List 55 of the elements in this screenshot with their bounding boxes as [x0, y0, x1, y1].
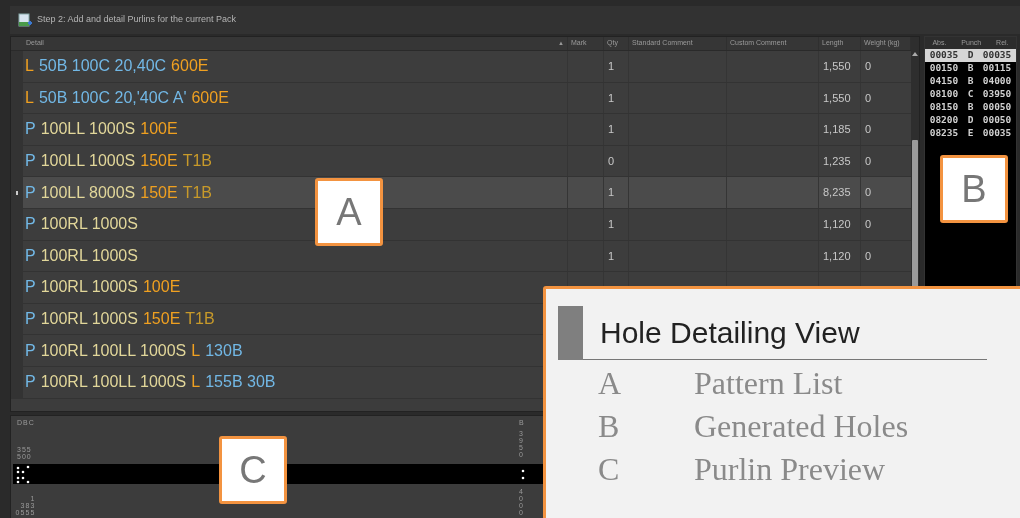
- legend-letter: C: [598, 450, 621, 489]
- hole-row[interactable]: 08200 D 00050: [925, 114, 1016, 127]
- legend-letter: B: [598, 407, 621, 446]
- table-cell-text: 0: [608, 153, 615, 169]
- table-cell-text: P 100LL 8000S 150E T1B: [25, 182, 212, 203]
- table-cell-text: 0: [865, 122, 872, 138]
- table-cell-text: 0: [865, 153, 872, 169]
- window-title: Step 2: Add and detail Purlins for the current Pack: [37, 13, 237, 27]
- table-cell-text: 1,550: [823, 59, 851, 75]
- hole-row[interactable]: 08150 B 00050: [925, 101, 1016, 114]
- table-cell-text: P 100RL 1000S: [25, 214, 138, 235]
- table-cell-text: 1: [608, 185, 615, 201]
- callout-label: B: [940, 155, 1008, 223]
- table-cell-text: 1: [608, 248, 615, 264]
- table-cell-text: 0: [865, 248, 872, 264]
- table-row[interactable]: L 50B 100C 20,'40C A' 600E 1 1,550 0: [11, 82, 911, 115]
- table-cell-text: 0: [865, 59, 872, 75]
- hole-row[interactable]: 04150 B 04000: [925, 75, 1016, 88]
- hole-row[interactable]: 08235 E 00035: [925, 127, 1016, 140]
- table-cell-text: 1,120: [823, 248, 851, 264]
- callout-label: A: [315, 178, 383, 246]
- table-cell-text: 8,235: [823, 185, 851, 201]
- table-cell-text: P 100RL 1000S 150E T1B: [25, 309, 215, 330]
- table-cell-text: 1,235: [823, 153, 851, 169]
- scroll-up-icon[interactable]: [912, 51, 918, 56]
- legend-label: Generated Holes: [694, 407, 909, 446]
- table-cell-text: 1: [608, 217, 615, 232]
- table-cell-text: L 50B 100C 20,40C 600E: [25, 56, 209, 77]
- table-cell-text: L 50B 100C 20,'40C A' 600E: [25, 87, 229, 108]
- table-cell-text: 1,120: [823, 217, 851, 232]
- hole-row[interactable]: 00035 D 00035: [925, 49, 1016, 62]
- hole-row[interactable]: 08100 C 03950: [925, 88, 1016, 101]
- table-cell-text: 0: [865, 90, 872, 106]
- document-icon: [18, 12, 32, 28]
- current-row-indicator: [16, 190, 18, 195]
- table-cell-text: 1: [608, 122, 615, 138]
- table-cell-text: P 100RL 1000S: [25, 245, 138, 266]
- callout-label: C: [219, 436, 287, 504]
- table-row[interactable]: P 100RL 1000S 1 1,120 0: [11, 240, 911, 273]
- table-cell-text: P 100RL 100LL 1000S L 155B 30B: [25, 372, 276, 393]
- table-row[interactable]: P 100LL 1000S 150E T1B 0 1,235 0: [11, 145, 911, 178]
- table-cell-text: P 100RL 100LL 1000S L 130B: [25, 340, 243, 361]
- table-cell-text: 0: [865, 185, 872, 201]
- table-cell-text: 0: [865, 217, 872, 232]
- table-cell-text: 1: [608, 59, 615, 75]
- table-cell-text: 1,185: [823, 122, 851, 138]
- table-cell-text: P 100LL 1000S 100E: [25, 119, 178, 140]
- legend-label: Purlin Preview: [694, 450, 886, 489]
- table-cell-text: P 100LL 1000S 150E T1B: [25, 151, 212, 172]
- table-cell-text: 1,550: [823, 90, 851, 106]
- table-row[interactable]: L 50B 100C 20,40C 600E 1 1,550 0: [11, 51, 911, 83]
- hole-row[interactable]: 00150 B 00115: [925, 62, 1016, 75]
- table-cell-text: 1: [608, 90, 615, 106]
- table-cell-text: P 100RL 1000S 100E: [25, 277, 181, 298]
- table-row[interactable]: P 100LL 1000S 100E 1 1,185 0: [11, 114, 911, 146]
